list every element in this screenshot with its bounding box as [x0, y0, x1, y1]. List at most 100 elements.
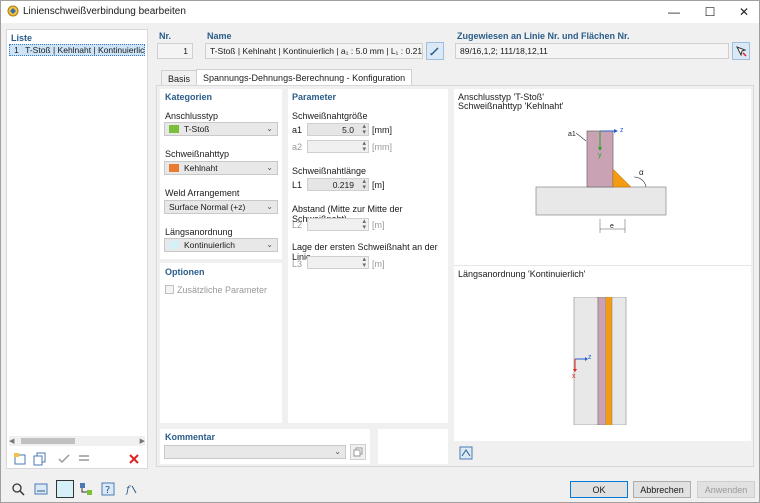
close-button[interactable]: ✕ [727, 1, 760, 23]
anschlusstyp-value: T-Stoß [184, 124, 210, 134]
l3-input[interactable]: ▴ ▾ [307, 256, 369, 269]
spin-arrows-icon[interactable]: ▴ ▾ [362, 123, 366, 136]
color-icon[interactable] [56, 480, 74, 498]
cancel-button[interactable]: Abbrechen [633, 481, 691, 498]
diagram2-axis-x: x [572, 373, 576, 380]
scroll-left-icon[interactable]: ◀ [9, 437, 14, 445]
assigned-field[interactable]: 89/16,1,2; 111/18,12,11 [455, 43, 729, 59]
preview-caption-laengs: Längsanordnung 'Kontinuierlich' [458, 269, 586, 279]
a1-input[interactable]: 5.0 ▴ ▾ [307, 123, 369, 136]
chevron-down-icon: ⌄ [266, 163, 273, 172]
kommentar-panel: Kommentar ⌄ [160, 429, 370, 464]
spin-arrows-icon[interactable]: ▴ ▾ [362, 140, 366, 153]
formula-icon[interactable]: f [122, 480, 140, 498]
l2-unit: [m] [372, 220, 385, 230]
l1-value: 0.219 [332, 180, 354, 190]
l3-label: L3 [292, 259, 303, 269]
kommentar-select[interactable]: ⌄ [164, 445, 346, 459]
kommentar-side-panel [378, 429, 448, 464]
minimize-button[interactable]: — [657, 1, 691, 23]
diagram2-axis-z: z [588, 354, 592, 361]
select-lines-icon[interactable] [732, 42, 750, 60]
diagram-label-e: e [610, 223, 614, 230]
search-icon[interactable] [9, 480, 27, 498]
weld-arrangement-label: Weld Arrangement [165, 188, 240, 198]
groesse-label: Schweißnahtgröße [292, 111, 368, 121]
l1-unit: [m] [372, 180, 385, 190]
parameter-title: Parameter [292, 92, 337, 102]
a1-label: a1 [292, 125, 303, 135]
longitudinal-diagram [573, 297, 627, 425]
diagram-axis-y: y [598, 152, 602, 159]
kommentar-title: Kommentar [165, 432, 216, 442]
naht-value: Kehlnaht [184, 163, 218, 173]
kontinuierlich-swatch-icon [169, 241, 179, 249]
optionen-title: Optionen [165, 267, 205, 277]
t-joint-diagram [535, 129, 667, 233]
kommentar-copy-icon[interactable] [350, 444, 366, 460]
maximize-button[interactable]: ☐ [693, 1, 727, 23]
dialog-window: Linienschweißverbindung bearbeiten — ☐ ✕… [0, 0, 760, 503]
l1-input[interactable]: 0.219 ▴ ▾ [307, 178, 369, 191]
kategorien-title: Kategorien [165, 92, 213, 102]
chevron-down-icon: ⌄ [334, 447, 341, 456]
copy-item-icon[interactable] [31, 450, 49, 468]
naht-select[interactable]: Kehlnaht ⌄ [164, 161, 278, 175]
l2-label: L2 [292, 220, 303, 230]
delete-item-icon[interactable] [125, 450, 143, 468]
weld-arrangement-select[interactable]: Surface Normal (+z) ⌄ [164, 200, 278, 214]
name-field[interactable]: T-Stoß | Kehlnaht | Kontinuierlich | a₁ … [205, 43, 423, 59]
laengs-select[interactable]: Kontinuierlich ⌄ [164, 238, 278, 252]
tree-icon[interactable] [77, 480, 95, 498]
kategorien-panel: Kategorien Anschlusstyp T-Stoß ⌄ Schweiß… [160, 89, 282, 259]
preview-settings-icon[interactable] [457, 444, 475, 462]
edit-name-icon[interactable] [426, 42, 444, 60]
scroll-right-icon[interactable]: ▶ [140, 437, 145, 445]
naht-label: Schweißnahttyp [165, 149, 230, 159]
diagram-label-alpha: α [639, 168, 644, 177]
help-icon[interactable]: ? [99, 480, 117, 498]
list-scrollbar[interactable]: ◀ ▶ [9, 436, 145, 446]
laengs-label: Längsanordnung [165, 227, 233, 237]
chevron-down-icon: ⌄ [266, 202, 273, 211]
preview-divider [454, 265, 751, 266]
spin-arrows-icon[interactable]: ▴ ▾ [362, 178, 366, 191]
tab-spannungs-dehnungs[interactable]: Spannungs-Dehnungs-Berechnung - Konfigur… [196, 69, 413, 86]
zusaetzliche-parameter-checkbox[interactable] [165, 285, 174, 294]
apply-button[interactable]: Anwenden [697, 481, 755, 498]
anschlusstyp-label: Anschlusstyp [165, 111, 219, 121]
nr-label: Nr. [159, 31, 172, 41]
spin-arrows-icon[interactable]: ▴ ▾ [362, 218, 366, 231]
preview-panel: Anschlusstyp 'T-Stoß' Schweißnahttyp 'Ke… [454, 89, 751, 441]
l1-label: L1 [292, 180, 303, 190]
new-item-icon[interactable] [11, 450, 29, 468]
spin-arrows-icon[interactable]: ▴ ▾ [362, 256, 366, 269]
parameter-panel: Parameter Schweißnahtgröße a1 5.0 ▴ ▾ [mm… [288, 89, 448, 423]
optionen-panel: Optionen Zusätzliche Parameter [160, 263, 282, 423]
a2-label: a2 [292, 142, 303, 152]
list-item-label: T-Stoß | Kehlnaht | Kontinuierlich [25, 45, 145, 55]
chevron-down-icon: ⌄ [266, 240, 273, 249]
scrollbar-thumb[interactable] [21, 438, 75, 444]
tab-basis[interactable]: Basis [161, 70, 198, 86]
kehlnaht-swatch-icon [169, 164, 179, 172]
title-bar: Linienschweißverbindung bearbeiten — ☐ ✕ [1, 1, 759, 23]
list-item[interactable]: 1 T-Stoß | Kehlnaht | Kontinuierlich [9, 44, 145, 56]
weld-arrangement-value: Surface Normal (+z) [169, 202, 246, 212]
l2-input[interactable]: ▴ ▾ [307, 218, 369, 231]
window-title: Linienschweißverbindung bearbeiten [23, 6, 186, 17]
a2-input[interactable]: ▴ ▾ [307, 140, 369, 153]
units-icon[interactable] [32, 480, 50, 498]
anschlusstyp-select[interactable]: T-Stoß ⌄ [164, 122, 278, 136]
t-stoss-swatch-icon [169, 125, 179, 133]
list-item-number: 1 [14, 45, 19, 55]
nr-field[interactable]: 1 [157, 43, 193, 59]
svg-text:f: f [125, 485, 132, 496]
list-panel: Liste 1 T-Stoß | Kehlnaht | Kontinuierli… [6, 29, 148, 469]
ok-button[interactable]: OK [570, 481, 628, 498]
app-icon [7, 5, 19, 17]
check-all-icon[interactable] [55, 450, 73, 468]
uncheck-all-icon[interactable] [75, 450, 93, 468]
name-label: Name [207, 31, 232, 41]
list-header: Liste [11, 33, 33, 43]
